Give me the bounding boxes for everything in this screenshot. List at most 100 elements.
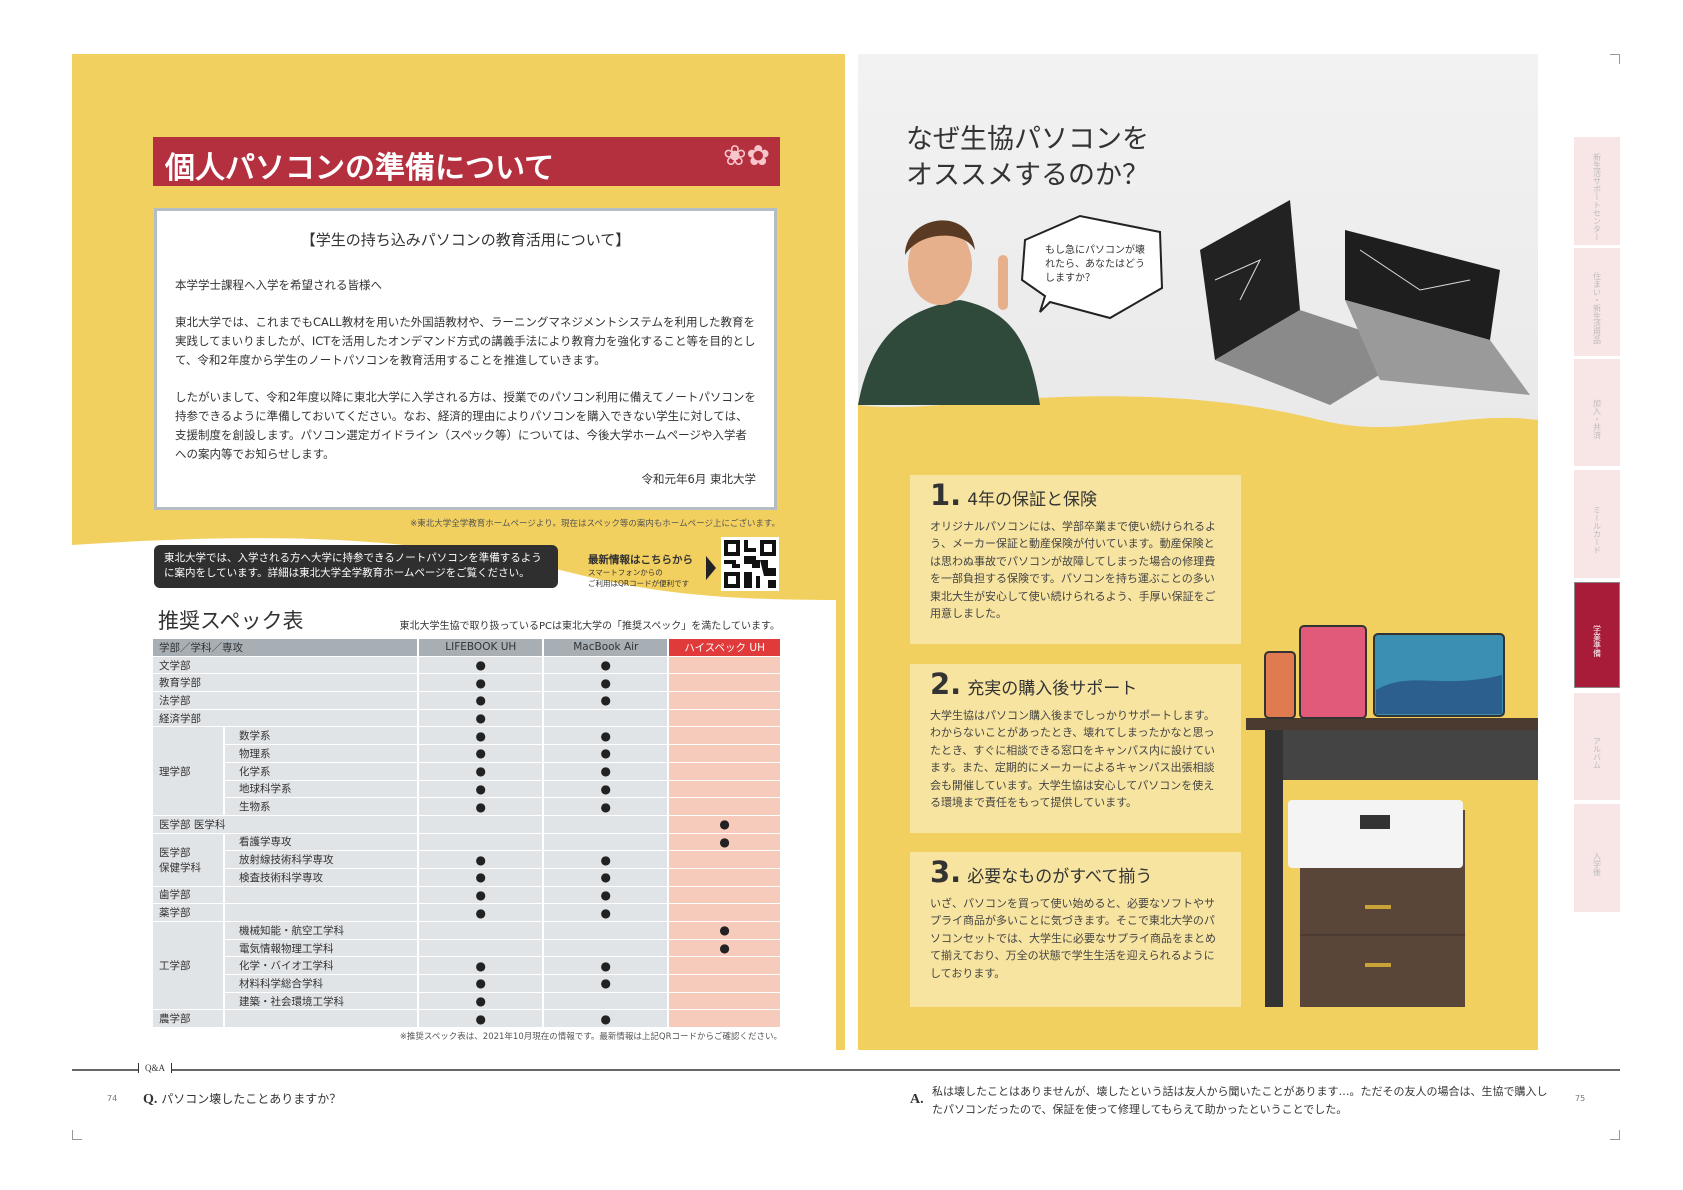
faculty-cell: 工学部 [153, 922, 223, 1010]
card-body: いざ、パソコンを買って使い始めると、必要なソフトやサプライ商品が多いことに気づき… [930, 896, 1216, 980]
spec-mark-cell: ● [669, 939, 780, 957]
spec-mark-cell [669, 868, 780, 886]
spec-mark-cell: ● [544, 851, 668, 868]
spec-mark-cell: ● [544, 780, 668, 798]
spec-mark-cell [669, 709, 780, 727]
spec-mark-cell: ● [544, 674, 668, 692]
side-tab-after-enrollment[interactable]: 入学後 [1574, 804, 1620, 912]
spec-mark-cell: ● [544, 975, 668, 992]
arrow-right-icon [706, 556, 716, 580]
spec-mark-cell: ● [419, 798, 543, 815]
qa-label: Q&A [138, 1063, 172, 1073]
feature-card-3: 3. 必要なものがすべて揃う いざ、パソコンを買って使い始めると、必要なソフトやサ… [910, 852, 1241, 1007]
section-heading: なぜ生協パソコンを オススメするのか？ [906, 122, 1149, 194]
spec-mark-cell [669, 727, 780, 745]
spec-mark-cell: ● [544, 868, 668, 886]
spec-mark-cell: ● [544, 886, 668, 904]
table-row: 歯学部 ● ● [153, 886, 780, 904]
table-row: 材料科学総合学科 ● ● [153, 975, 780, 992]
spec-mark-cell: ● [419, 674, 543, 692]
faculty-cell: 教育学部 [153, 674, 418, 692]
page-title: 個人パソコンの準備について ❀✿ [153, 137, 780, 186]
faculty-cell: 医学部 医学科 [153, 815, 418, 833]
faculty-cell: 薬学部 [153, 904, 223, 921]
card-body: 大学生協はパソコン購入後までしっかりサポートします。わからないことがあったとき、… [930, 708, 1216, 810]
spec-mark-cell [544, 709, 668, 727]
spec-mark-cell [669, 975, 780, 992]
table-row: 化学系 ● ● [153, 762, 780, 780]
faculty-cell: 理学部 [153, 727, 223, 815]
side-tab-album[interactable]: アルバム [1574, 693, 1620, 800]
side-tab-meal-card[interactable]: ミールカード [1574, 470, 1620, 578]
spec-note: 東北大学生協で取り扱っているPCは東北大学の「推奨スペック」を満たしています。 [399, 621, 780, 632]
notice-heading: 【学生の持ち込みパソコンの教育活用について】 [300, 231, 631, 249]
spec-mark-cell [669, 674, 780, 692]
page-number-right: 75 [1575, 1094, 1586, 1103]
spec-mark-cell: ● [419, 886, 543, 904]
spec-mark-cell: ● [669, 833, 780, 851]
side-tab-new-life-support[interactable]: 新生活サポートセンター [1574, 137, 1620, 245]
heading-line: なぜ生協パソコンを [906, 124, 1149, 155]
faculty-cell: 文学部 [153, 656, 418, 674]
department-cell [225, 904, 418, 921]
a-mark: A. [910, 1092, 924, 1107]
spec-mark-cell [544, 922, 668, 939]
spec-mark-cell: ● [419, 762, 543, 780]
card-title: 4年の保証と保険 [967, 490, 1098, 510]
spec-mark-cell: ● [544, 727, 668, 745]
column-header: LIFEBOOK UH [419, 639, 543, 656]
spec-mark-cell: ● [419, 851, 543, 868]
table-row: 農学部 ● ● [153, 1010, 780, 1028]
spec-mark-cell: ● [419, 868, 543, 886]
card-body: オリジナルパソコンには、学部卒業まで使い続けられるよう、メーカー保証と動産保険が… [930, 519, 1216, 621]
table-row: 生物系 ● ● [153, 798, 780, 815]
department-cell: 放射線技術科学専攻 [225, 851, 418, 868]
department-cell: 材料科学総合学科 [225, 975, 418, 992]
department-cell: 建築・社会環境工学科 [225, 992, 418, 1010]
spec-mark-cell [669, 992, 780, 1010]
card-number: 3. [930, 855, 962, 889]
feature-card-1: 1. 4年の保証と保険 オリジナルパソコンには、学部卒業まで使い続けられるよう、メ… [910, 475, 1241, 644]
qa-question: Q. パソコン壊したことありますか？ [143, 1090, 341, 1108]
spec-mark-cell [419, 939, 543, 957]
department-cell: 生物系 [225, 798, 418, 815]
spec-mark-cell [669, 798, 780, 815]
spec-mark-cell: ● [419, 992, 543, 1010]
card-number: 2. [930, 667, 962, 701]
page-number-left: 74 [107, 1094, 118, 1103]
column-header: MacBook Air [544, 639, 668, 656]
heading-line: オススメするのか？ [906, 160, 1149, 191]
feature-card-2: 2. 充実の購入後サポート 大学生協はパソコン購入後までしっかりサポートします。わ… [910, 664, 1241, 833]
spec-mark-cell [669, 886, 780, 904]
table-row: 工学部 機械知能・航空工学科 ● [153, 922, 780, 1010]
speech-text: もし急にパソコンが壊れたら、あなたはどうしますか？ [1045, 245, 1145, 284]
spec-mark-cell: ● [544, 762, 668, 780]
spec-mark-cell: ● [419, 975, 543, 992]
spec-mark-cell [544, 833, 668, 851]
notice-box: 【学生の持ち込みパソコンの教育活用について】 本学学士課程へ入学を希望される皆様… [154, 208, 777, 510]
spec-mark-cell: ● [419, 957, 543, 975]
spec-mark-cell: ● [544, 798, 668, 815]
side-tab-housing[interactable]: 住まい・新生活用品 [1574, 248, 1620, 356]
qr-title: 最新情報はこちらから [588, 554, 693, 566]
faculty-cell: 医学部 保健学科 [153, 833, 223, 886]
department-cell: 機械知能・航空工学科 [225, 922, 418, 939]
side-tab-study-prep[interactable]: 学業準備 [1574, 582, 1620, 688]
department-cell [225, 1010, 418, 1028]
qr-code[interactable] [721, 537, 779, 591]
qr-sub: スマートフォンからの [588, 568, 663, 577]
spec-mark-cell [669, 957, 780, 975]
table-footnote: ※推奨スペック表は、2021年10月現在の情報です。最新情報は上記QRコードから… [399, 1032, 782, 1042]
side-tab-membership[interactable]: 加入・共済 [1574, 359, 1620, 466]
spec-mark-cell: ● [419, 745, 543, 762]
spec-mark-cell [544, 992, 668, 1010]
spec-mark-cell [669, 1010, 780, 1028]
card-title: 必要なものがすべて揃う [967, 867, 1153, 887]
spec-mark-cell [669, 656, 780, 674]
qr-caption: 最新情報はこちらから スマートフォンからの ご利用はQRコードが便利です [588, 552, 708, 589]
card-title: 充実の購入後サポート [967, 679, 1138, 699]
column-header: ハイスペック UH [669, 639, 780, 656]
spec-mark-cell: ● [419, 692, 543, 709]
spec-mark-cell [419, 815, 543, 833]
spec-mark-cell [419, 833, 543, 851]
